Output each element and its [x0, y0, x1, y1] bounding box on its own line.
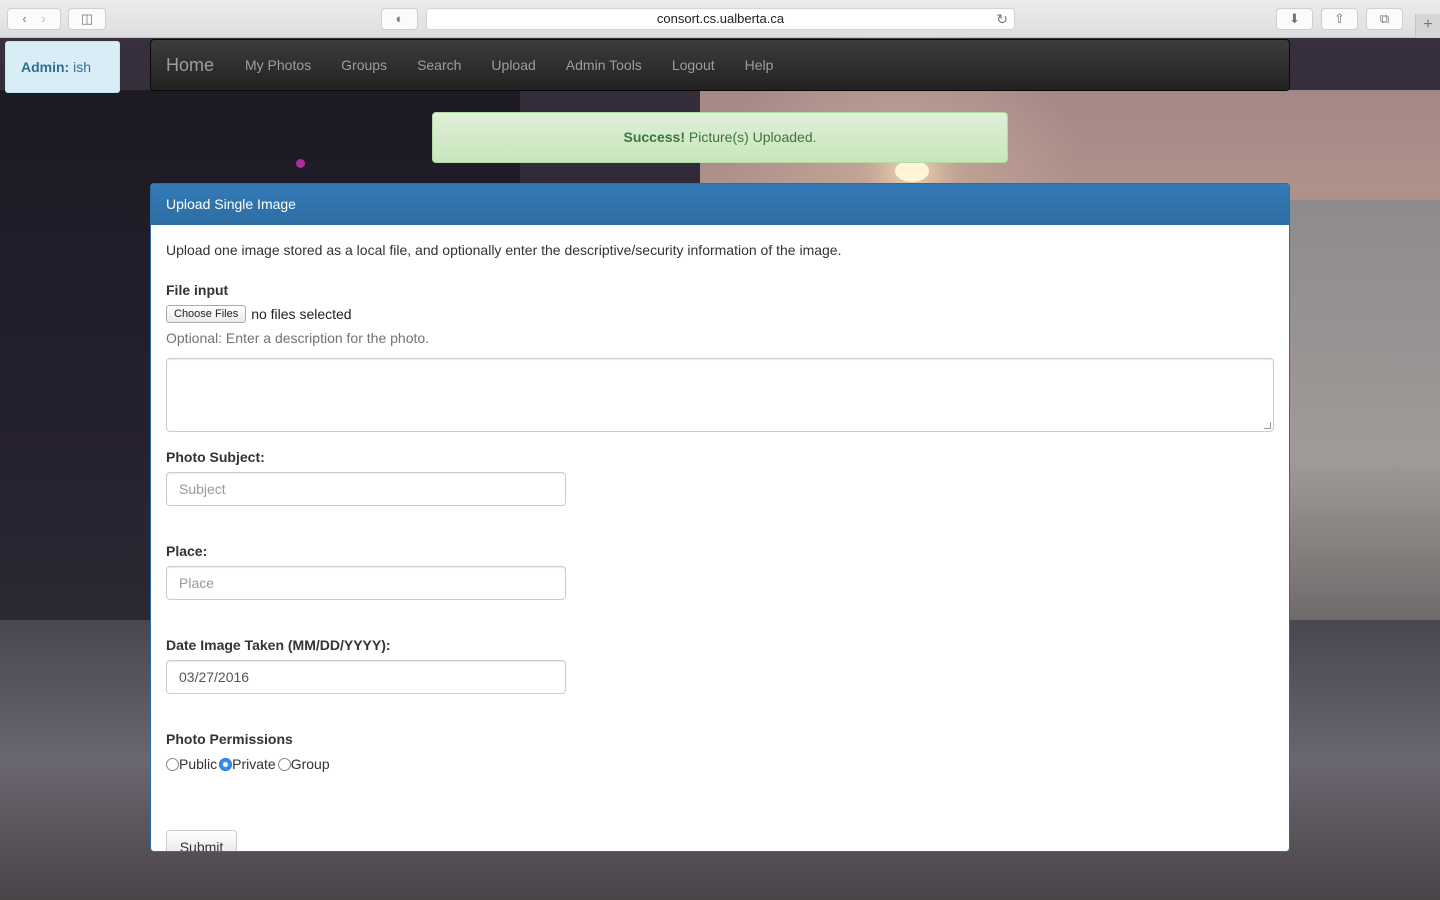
description-help: Optional: Enter a description for the ph…: [166, 330, 430, 346]
date-label: Date Image Taken (MM/DD/YYYY):: [166, 637, 391, 653]
url-text: consort.cs.ualberta.ca: [656, 11, 785, 26]
share-icon: ⇧: [1334, 11, 1345, 26]
address-bar[interactable]: consort.cs.ualberta.ca ↻: [426, 8, 1015, 30]
back-icon[interactable]: ‹: [22, 11, 26, 26]
description-textarea[interactable]: [166, 358, 1274, 432]
browser-toolbar: ‹ › ◫ ◐ consort.cs.ualberta.ca ↻ ⬇ ⇧ ⧉ +: [0, 0, 1440, 38]
main-navbar: Home My Photos Groups Search Upload Admi…: [150, 39, 1290, 91]
panel-title: Upload Single Image: [151, 184, 1289, 225]
place-input[interactable]: Place: [166, 566, 566, 600]
forward-icon[interactable]: ›: [41, 11, 45, 26]
file-input-label: File input: [166, 282, 229, 298]
new-tab-button[interactable]: +: [1415, 14, 1440, 38]
panel-intro: Upload one image stored as a local file,…: [166, 242, 842, 258]
nav-link-logout[interactable]: Logout: [657, 40, 730, 90]
nav-link-upload[interactable]: Upload: [476, 40, 550, 90]
nav-link-help[interactable]: Help: [730, 40, 789, 90]
permissions-radio-group: Public Private Group: [166, 756, 332, 772]
upload-panel: Upload Single Image Upload one image sto…: [150, 183, 1290, 852]
choose-files-button[interactable]: Choose Files: [166, 305, 247, 323]
sidebar-toggle-button[interactable]: ◫: [68, 8, 106, 30]
radio-public-label[interactable]: Public: [179, 756, 217, 772]
radio-public[interactable]: [166, 757, 179, 771]
nav-link-groups[interactable]: Groups: [326, 40, 402, 90]
background-building-right: [1290, 200, 1440, 630]
alert-message: Picture(s) Uploaded.: [688, 129, 817, 145]
resize-handle[interactable]: [1264, 422, 1271, 429]
file-status: no files selected: [251, 306, 352, 322]
background-dot: [296, 159, 305, 168]
privacy-button[interactable]: ◐: [381, 8, 418, 30]
background-street-light: [895, 160, 929, 182]
alert-strong: Success!: [623, 129, 685, 145]
success-alert: Success! Picture(s) Uploaded.: [432, 112, 1008, 163]
subject-label: Photo Subject:: [166, 449, 265, 465]
nav-link-my-photos[interactable]: My Photos: [230, 40, 326, 90]
plus-icon: +: [1423, 16, 1433, 33]
nav-brand-home[interactable]: Home: [166, 40, 214, 90]
admin-badge: Admin: ish: [5, 41, 120, 93]
submit-button[interactable]: Submit: [166, 830, 237, 851]
privacy-icon: ◐: [395, 11, 404, 26]
share-button[interactable]: ⇧: [1321, 8, 1358, 30]
nav-link-admin-tools[interactable]: Admin Tools: [551, 40, 657, 90]
place-label: Place:: [166, 543, 208, 559]
download-icon: ⬇: [1289, 11, 1300, 26]
file-input: Choose Files no files selected: [166, 305, 352, 323]
tabs-icon: ⧉: [1379, 11, 1390, 26]
nav-link-search[interactable]: Search: [402, 40, 476, 90]
radio-group[interactable]: [277, 757, 291, 771]
admin-label: Admin:: [21, 59, 70, 75]
sidebar-icon: ◫: [80, 11, 94, 26]
admin-username: ish: [73, 59, 92, 75]
date-input[interactable]: 03/27/2016: [166, 660, 566, 694]
permissions-label: Photo Permissions: [166, 731, 293, 747]
reload-icon[interactable]: ↻: [996, 9, 1008, 29]
downloads-button[interactable]: ⬇: [1276, 8, 1313, 30]
nav-links: My Photos Groups Search Upload Admin Too…: [230, 40, 788, 90]
subject-input[interactable]: Subject: [166, 472, 566, 506]
back-forward-buttons[interactable]: ‹ ›: [7, 8, 61, 30]
radio-group-label[interactable]: Group: [291, 756, 330, 772]
radio-private-label[interactable]: Private: [232, 756, 276, 772]
tabs-button[interactable]: ⧉: [1366, 8, 1403, 30]
radio-private[interactable]: [219, 757, 233, 771]
